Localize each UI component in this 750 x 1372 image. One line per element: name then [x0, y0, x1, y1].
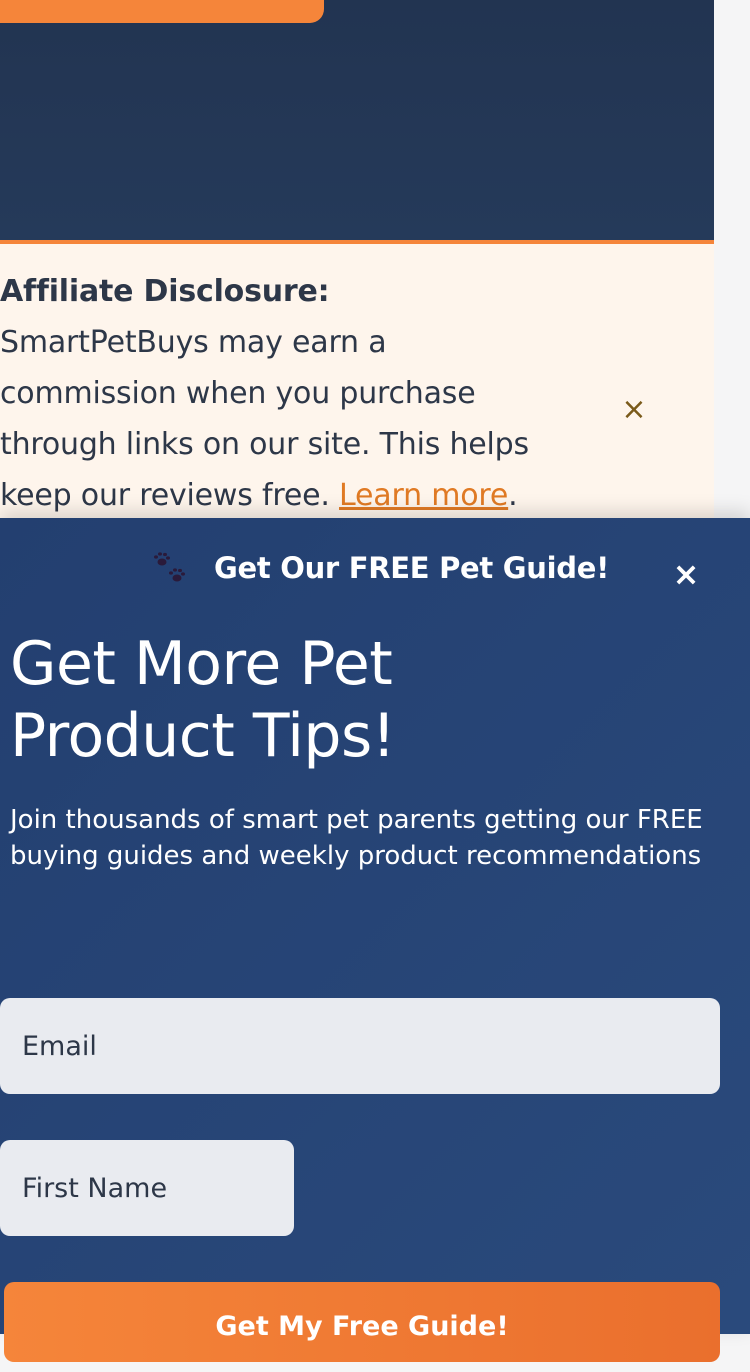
first-name-field[interactable]: First Name: [0, 1140, 294, 1236]
learn-more-link[interactable]: Learn more: [339, 478, 508, 513]
email-field[interactable]: Email: [0, 998, 720, 1094]
affiliate-disclosure-banner: Affiliate Disclosure: SmartPetBuys may e…: [0, 240, 714, 520]
hero-section: [0, 0, 714, 240]
disclosure-period: .: [508, 478, 518, 513]
close-icon[interactable]: ×: [668, 556, 704, 592]
modal-title: Get More Pet Product Tips!: [10, 629, 396, 771]
paw-prints-icon: [150, 548, 190, 588]
modal-subtitle: Join thousands of smart pet parents gett…: [10, 805, 703, 871]
hero-cta-button[interactable]: [0, 0, 324, 23]
disclosure-text: Affiliate Disclosure: SmartPetBuys may e…: [0, 266, 540, 521]
get-free-guide-button[interactable]: Get My Free Guide!: [4, 1282, 720, 1362]
modal-header: Get Our FREE Pet Guide! ×: [0, 548, 750, 592]
close-icon[interactable]: ×: [618, 390, 650, 430]
first-name-placeholder: First Name: [22, 1172, 168, 1204]
newsletter-modal: Get Our FREE Pet Guide! × Get More Pet P…: [0, 518, 750, 1362]
modal-header-title: Get Our FREE Pet Guide!: [214, 551, 610, 585]
disclosure-label: Affiliate Disclosure:: [0, 274, 330, 309]
email-placeholder: Email: [22, 1030, 97, 1062]
